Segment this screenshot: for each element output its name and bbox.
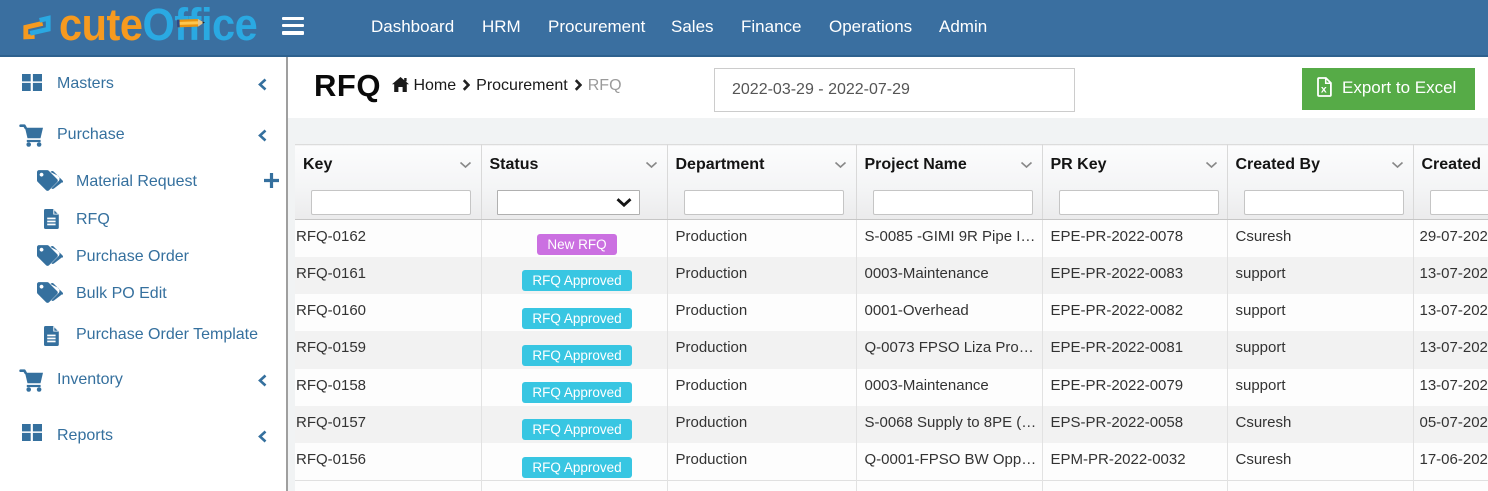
svg-text:x: x bbox=[1321, 84, 1327, 96]
